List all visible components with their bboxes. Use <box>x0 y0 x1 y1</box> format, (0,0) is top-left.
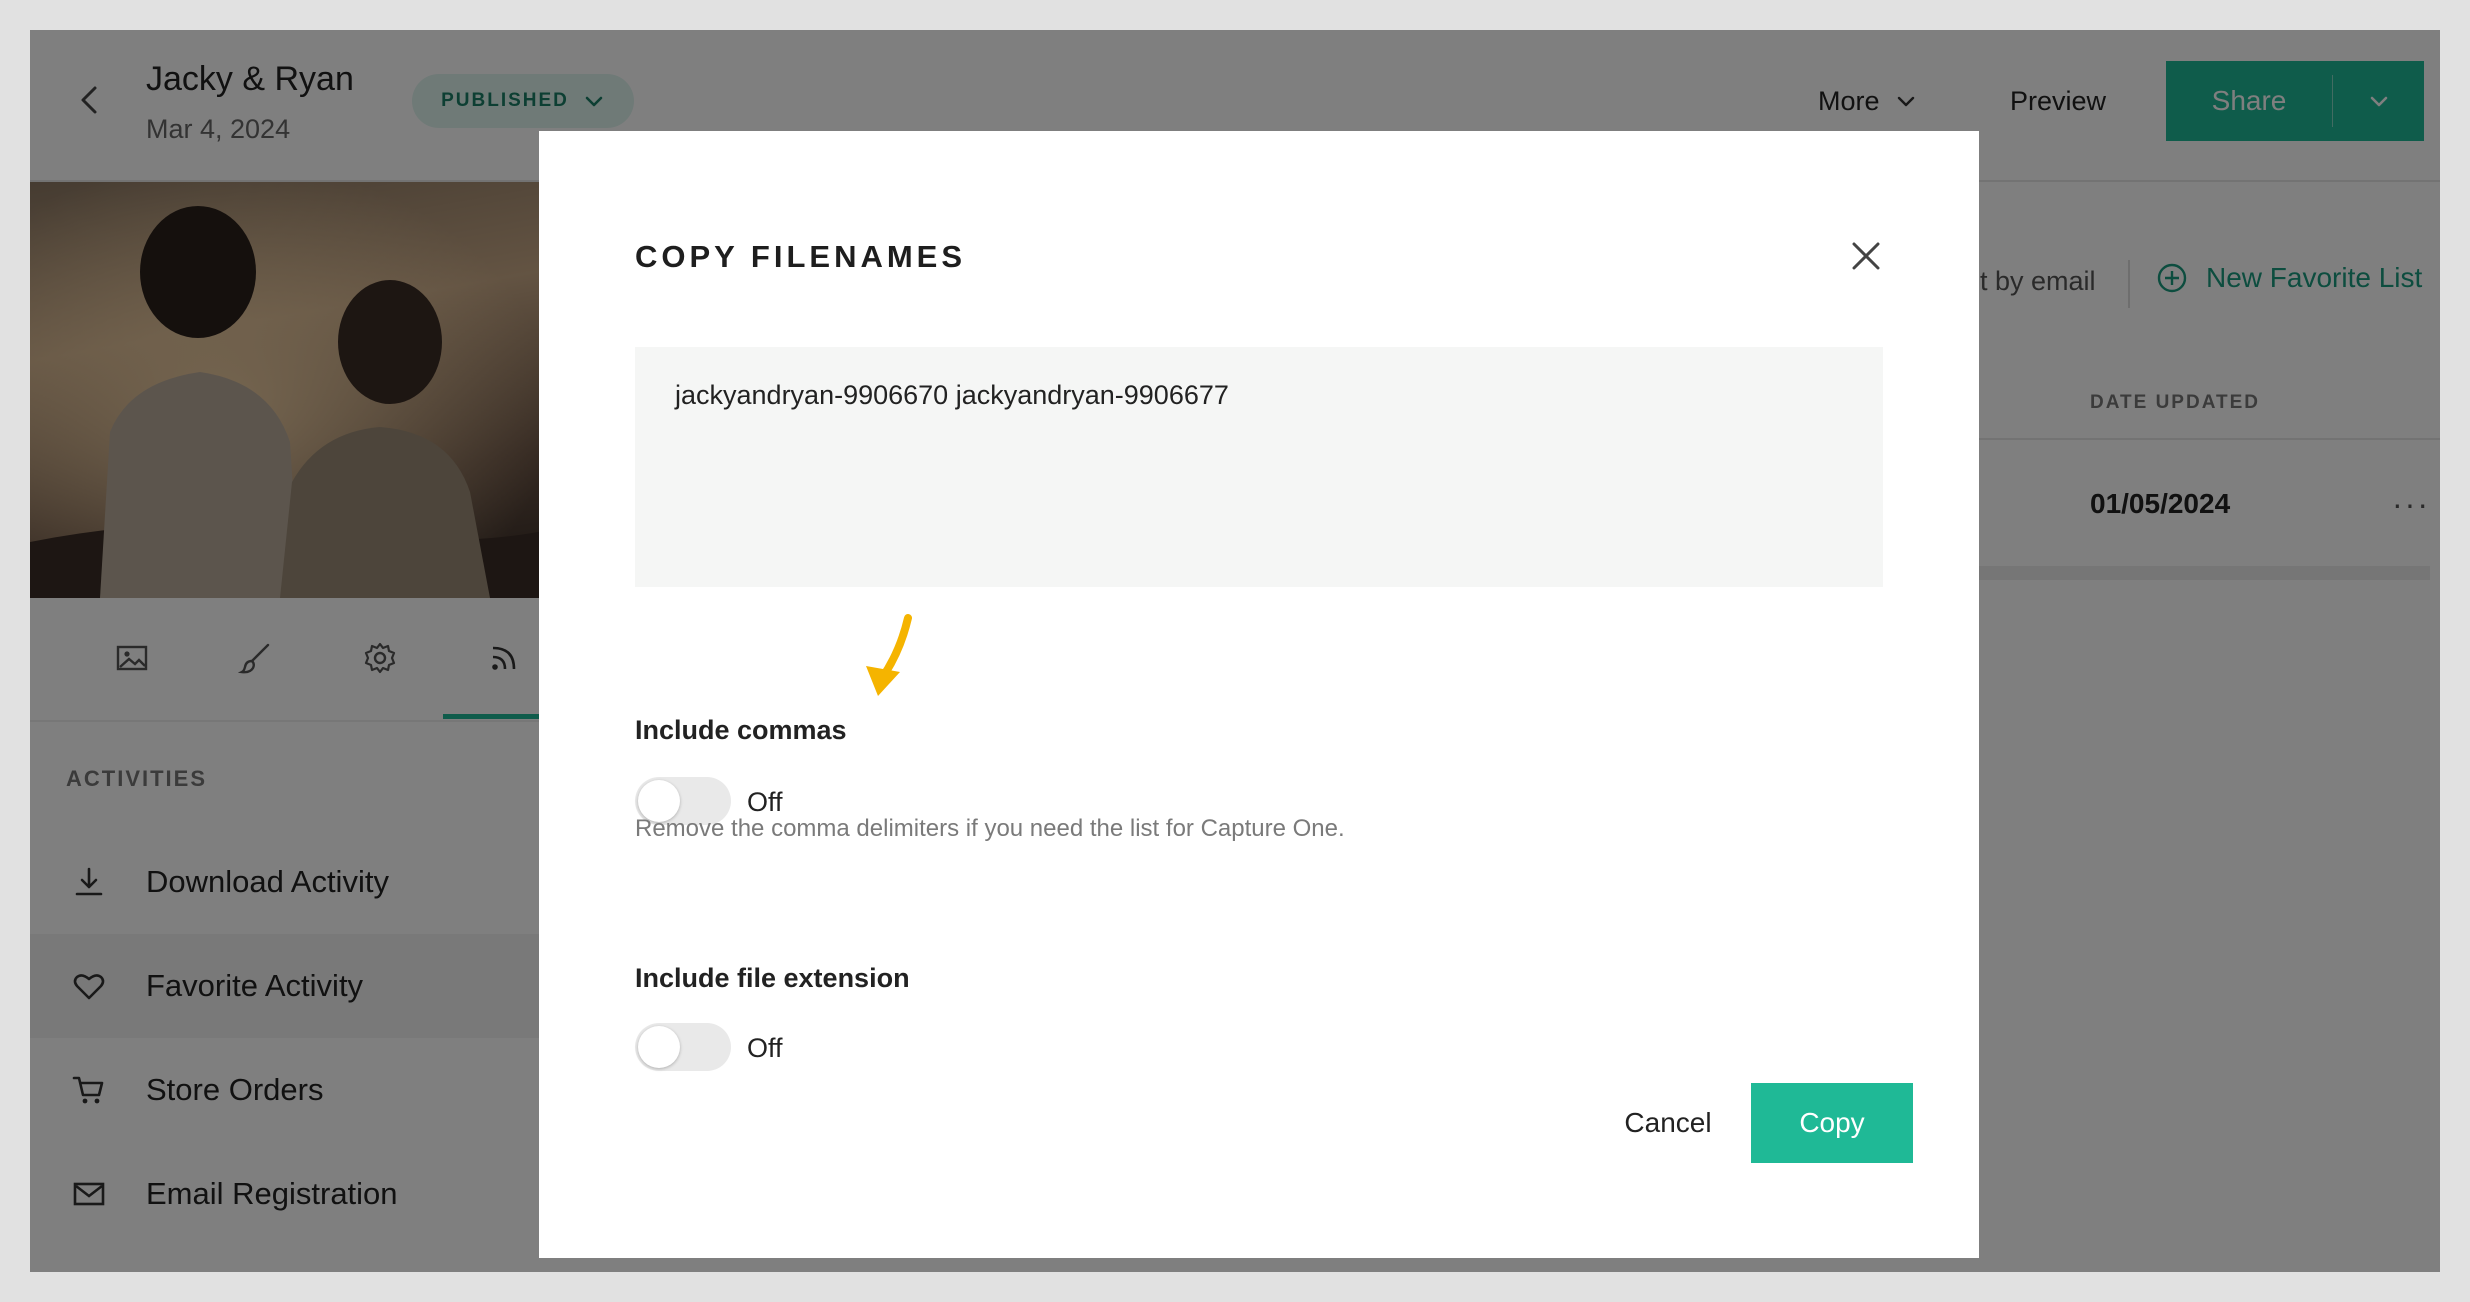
close-icon <box>1852 242 1880 270</box>
include-extension-label: Include file extension <box>635 963 910 993</box>
dialog-title: COPY FILENAMES <box>635 239 967 274</box>
app-window: Jacky & Ryan Mar 4, 2024 PUBLISHED More … <box>30 30 2440 1272</box>
annotation-arrow-icon <box>866 614 912 696</box>
include-commas-label: Include commas <box>635 715 847 745</box>
filenames-textarea[interactable]: jackyandryan-9906670 jackyandryan-990667… <box>635 347 1883 587</box>
include-extension-state: Off <box>747 1033 783 1063</box>
include-commas-state: Off <box>747 787 783 817</box>
copy-filenames-dialog: COPY FILENAMES jackyandryan-9906670 jack… <box>539 131 1979 1258</box>
cancel-button[interactable]: Cancel <box>1593 1083 1743 1163</box>
toggle-knob <box>638 1026 680 1068</box>
close-button[interactable] <box>1839 229 1893 283</box>
copy-button[interactable]: Copy <box>1751 1083 1913 1163</box>
include-extension-toggle[interactable] <box>635 1023 731 1071</box>
commas-helper-text: Remove the comma delimiters if you need … <box>635 815 1345 842</box>
